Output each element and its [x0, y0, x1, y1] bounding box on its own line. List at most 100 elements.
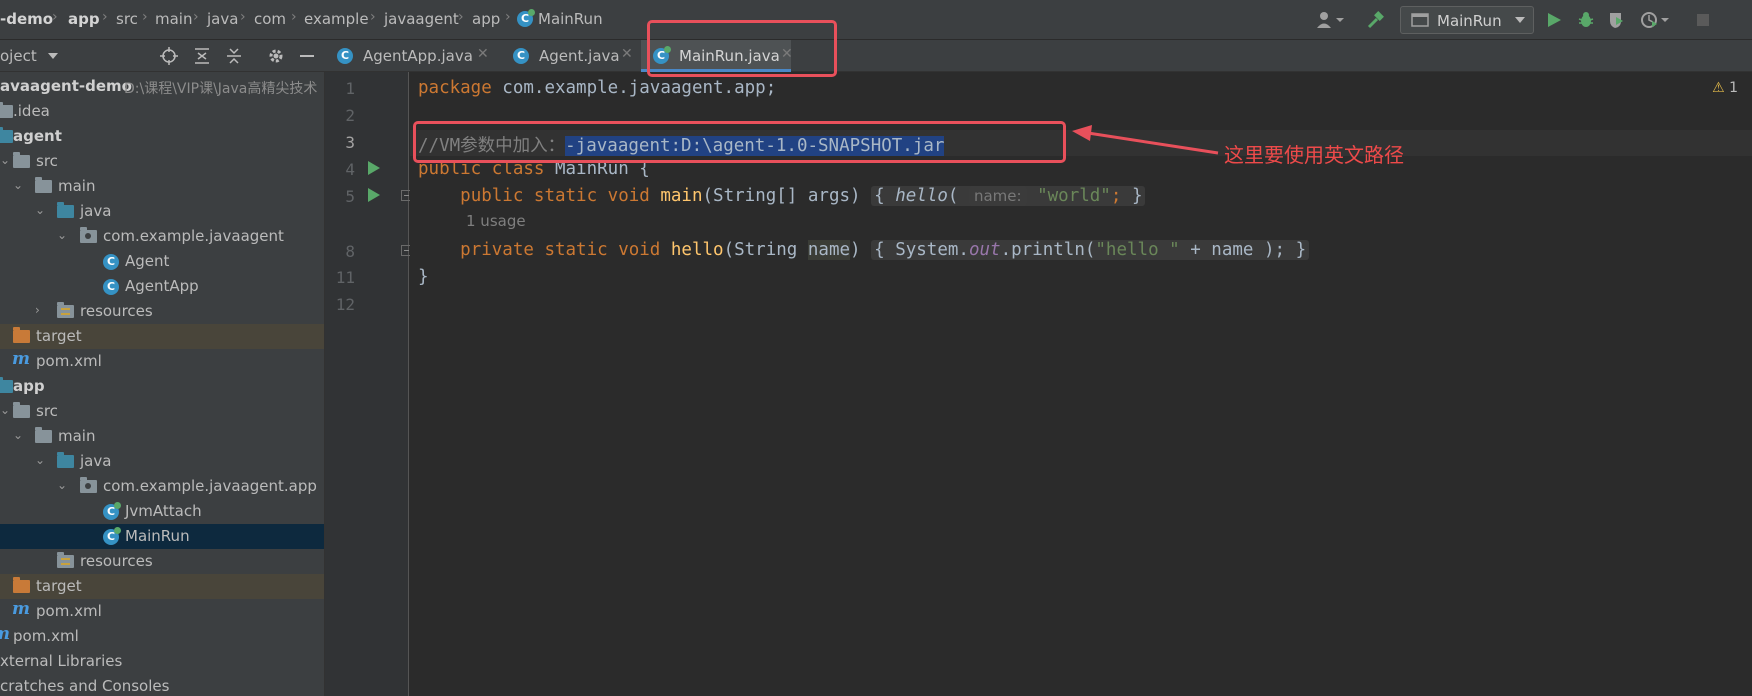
tree-item-agent[interactable]: agent: [0, 124, 324, 149]
expand-arrow-icon[interactable]: ⌄: [35, 453, 45, 467]
tree-item-label: src: [36, 402, 58, 420]
line-number: 2: [345, 106, 355, 125]
code-token: private static void: [460, 240, 661, 260]
code-string: "world": [1037, 186, 1111, 206]
folder-icon: [13, 402, 30, 418]
breadcrumb-item[interactable]: example: [304, 10, 369, 28]
usage-hint[interactable]: 1 usage: [466, 212, 526, 230]
tree-item-app[interactable]: app: [0, 374, 324, 399]
code-editor[interactable]: ⚠ 1 package com.example.javaagent.app; /…: [410, 72, 1752, 696]
close-icon[interactable]: ✕: [621, 46, 633, 62]
tree-item-class[interactable]: C AgentApp: [0, 274, 324, 299]
line-number: 5: [345, 187, 355, 206]
expand-arrow-icon[interactable]: ⌄: [0, 153, 10, 167]
editor-tabs: C AgentApp.java ✕ C Agent.java ✕ C MainR…: [325, 40, 1752, 72]
tree-item-main[interactable]: ⌄ main: [0, 174, 324, 199]
tree-item-pom[interactable]: m pom.xml: [0, 349, 324, 374]
tree-item-label: AgentApp: [125, 277, 199, 295]
class-icon: C: [337, 48, 353, 64]
stop-icon[interactable]: [1694, 11, 1712, 29]
profiler-icon[interactable]: [1640, 11, 1670, 29]
tree-item-java[interactable]: ⌄ java: [0, 449, 324, 474]
tree-item-class-selected[interactable]: C MainRun: [0, 524, 324, 549]
gear-icon[interactable]: [267, 47, 285, 65]
tree-item-src[interactable]: ⌄ src: [0, 399, 324, 424]
breadcrumb-item[interactable]: MainRun: [538, 10, 603, 28]
run-gutter-icon[interactable]: [368, 188, 380, 202]
tree-item-label: cratches and Consoles: [0, 677, 170, 695]
coverage-icon[interactable]: [1607, 11, 1625, 29]
tree-item-scratches[interactable]: cratches and Consoles: [0, 674, 324, 696]
code-string: "hello ": [1095, 240, 1180, 260]
tree-item-root[interactable]: avaagent-demo D:\课程\VIP课\Java高精尖技术: [0, 74, 324, 99]
tree-item-package[interactable]: ⌄ com.example.javaagent.app: [0, 474, 324, 499]
folded-block[interactable]: { System.out.println("hello " + name ); …: [871, 240, 1310, 260]
expand-arrow-icon[interactable]: ⌄: [13, 178, 23, 192]
tree-item-label: target: [36, 577, 82, 595]
tree-item-src[interactable]: ⌄ src: [0, 149, 324, 174]
tab-agentapp-java[interactable]: C AgentApp.java ✕: [325, 40, 493, 72]
run-configuration-selector[interactable]: MainRun: [1400, 6, 1534, 34]
module-folder-icon: [0, 377, 13, 393]
breadcrumb-item[interactable]: java: [207, 10, 238, 28]
tree-item-pom[interactable]: m pom.xml: [0, 624, 324, 649]
project-view-title[interactable]: oject: [0, 47, 37, 65]
breadcrumb-item[interactable]: app: [472, 10, 500, 28]
resources-folder-icon: [57, 302, 74, 318]
warning-indicator[interactable]: ⚠ 1: [1712, 80, 1738, 96]
breadcrumb-separator: ›: [240, 9, 246, 25]
tree-item-resources[interactable]: resources: [0, 549, 324, 574]
tree-item-class[interactable]: C JvmAttach: [0, 499, 324, 524]
tree-item-target[interactable]: target: [0, 574, 324, 599]
tree-item-class[interactable]: C Agent: [0, 249, 324, 274]
folder-icon: [35, 177, 52, 193]
code-token: hello: [670, 240, 724, 260]
tab-label: Agent.java: [539, 47, 620, 65]
code-token: main: [660, 186, 703, 206]
tree-item-label: .idea: [13, 102, 50, 120]
collapse-arrow-icon[interactable]: ›: [35, 303, 40, 317]
tree-item-external-libraries[interactable]: xternal Libraries: [0, 649, 324, 674]
breadcrumb-item[interactable]: javaagent: [384, 10, 459, 28]
user-icon[interactable]: [1316, 11, 1346, 29]
tree-item-pom[interactable]: m pom.xml: [0, 599, 324, 624]
breadcrumb-item[interactable]: src: [116, 10, 138, 28]
code-token: public static void: [460, 186, 650, 206]
line-number: 1: [345, 79, 355, 98]
code-token: + name );: [1179, 240, 1286, 260]
tree-item-resources[interactable]: › resources: [0, 299, 324, 324]
breadcrumb-item[interactable]: app: [68, 10, 100, 28]
tree-item-java[interactable]: ⌄ java: [0, 199, 324, 224]
line-number: 12: [335, 295, 355, 314]
tree-item-target[interactable]: target: [0, 324, 324, 349]
expand-arrow-icon[interactable]: ⌄: [57, 478, 67, 492]
breadcrumb-item[interactable]: -demo: [0, 10, 53, 28]
run-gutter-icon[interactable]: [368, 161, 380, 175]
tree-item-idea[interactable]: .idea: [0, 99, 324, 124]
expand-arrow-icon[interactable]: ⌄: [0, 403, 10, 417]
expand-arrow-icon[interactable]: ⌄: [13, 428, 23, 442]
debug-icon[interactable]: [1577, 11, 1595, 29]
run-icon[interactable]: [1545, 11, 1563, 29]
breadcrumb-item[interactable]: com: [254, 10, 286, 28]
expand-arrow-icon[interactable]: ⌄: [35, 203, 45, 217]
tree-item-package[interactable]: ⌄ com.example.javaagent: [0, 224, 324, 249]
expand-all-icon[interactable]: [194, 47, 210, 65]
warning-count: 1: [1729, 80, 1738, 96]
expand-arrow-icon[interactable]: ⌄: [57, 228, 67, 242]
tab-agent-java[interactable]: C Agent.java: [503, 40, 633, 72]
chevron-down-icon[interactable]: [48, 53, 58, 60]
breadcrumb-separator: ›: [291, 9, 297, 25]
close-icon[interactable]: ✕: [477, 46, 489, 62]
tree-item-label: avaagent-demo: [0, 77, 132, 95]
build-hammer-icon[interactable]: [1366, 11, 1384, 29]
tree-item-main[interactable]: ⌄ main: [0, 424, 324, 449]
package-icon: [80, 477, 97, 493]
locate-target-icon[interactable]: [160, 47, 178, 65]
minimize-icon[interactable]: [300, 55, 314, 58]
code-line: public static void main(String[] args) {…: [418, 186, 1146, 206]
tree-item-label: target: [36, 327, 82, 345]
folded-block[interactable]: { hello( name: "world"; }: [871, 186, 1146, 206]
collapse-all-icon[interactable]: [226, 47, 242, 65]
breadcrumb-item[interactable]: main: [155, 10, 192, 28]
